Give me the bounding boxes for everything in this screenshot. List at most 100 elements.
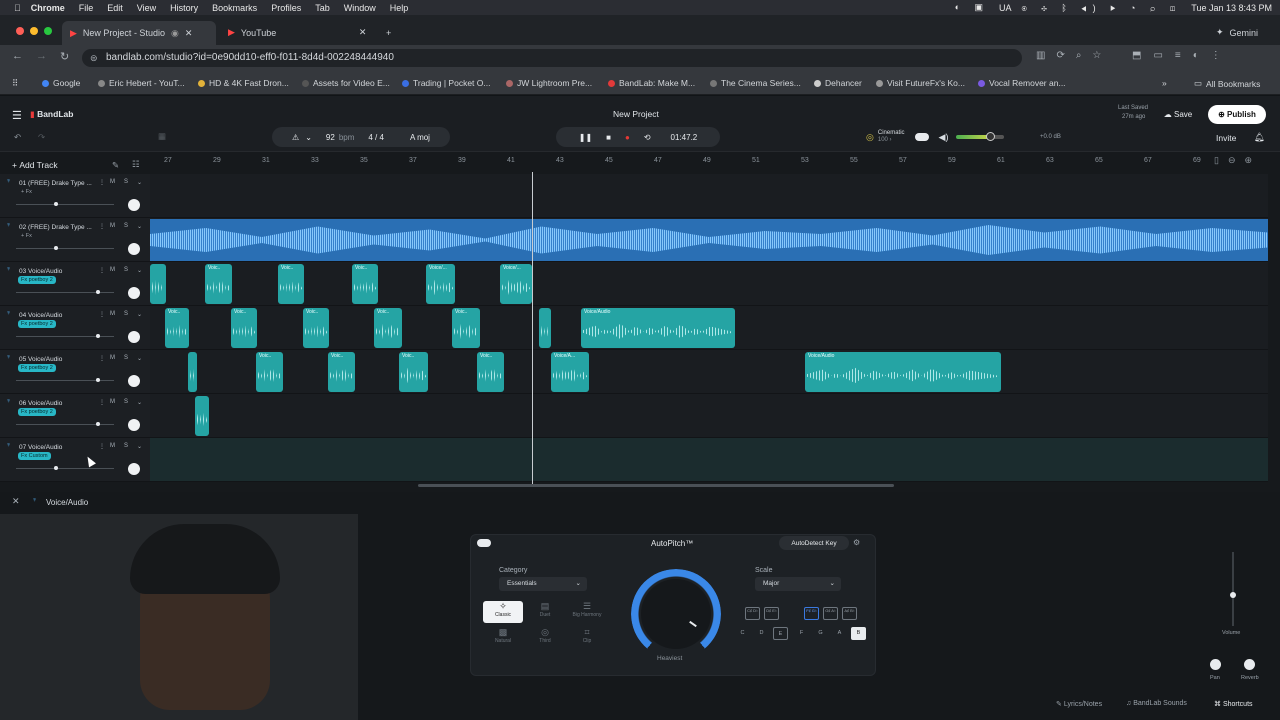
gemini-button[interactable]: ✦ Gemini xyxy=(1216,23,1258,42)
pause-icon[interactable]: ❚❚ xyxy=(579,133,592,142)
preset-clip[interactable]: ⌗ Clip xyxy=(567,627,607,649)
fx-button[interactable]: Fx Custom xyxy=(18,452,51,460)
volume-slider[interactable] xyxy=(16,246,114,250)
pan-knob[interactable] xyxy=(128,463,140,475)
fx-button[interactable]: Fx poetboy 2 xyxy=(18,364,56,372)
audio-clip[interactable]: Voic.. xyxy=(477,352,504,392)
shortcuts-button[interactable]: ⌘ Shortcuts xyxy=(1214,700,1253,708)
menu-window[interactable]: Window xyxy=(344,3,376,13)
correction-knob[interactable] xyxy=(641,579,711,649)
track-name[interactable]: 07 Voice/Audio xyxy=(19,444,62,451)
all-bookmarks[interactable]: ▭ All Bookmarks xyxy=(1194,78,1260,89)
track-name[interactable]: 06 Voice/Audio xyxy=(19,400,62,407)
scale-select[interactable]: Major ⌄ xyxy=(755,577,841,591)
volume-slider[interactable] xyxy=(16,378,114,382)
key-f-sharp[interactable]: F♯ G♭ xyxy=(804,607,819,620)
track-lane[interactable] xyxy=(150,394,1268,438)
locale-indicator[interactable]: UA xyxy=(999,3,1012,13)
apple-icon[interactable]:  xyxy=(14,3,21,13)
bookmark-dehancer[interactable]: Dehancer xyxy=(814,78,862,88)
metronome-dropdown-icon[interactable]: ⌄ xyxy=(305,133,312,142)
address-bar[interactable]: ⊜ bandlab.com/studio?id=0e90dd10-eff0-f0… xyxy=(82,49,1022,67)
pan-knob[interactable] xyxy=(1210,659,1221,670)
add-track-button[interactable]: + Add Track xyxy=(12,160,58,170)
bookmark-futurefx[interactable]: Visit FutureFx's Ko... xyxy=(876,78,965,88)
solo-button[interactable]: S xyxy=(124,399,128,405)
publish-button[interactable]: ⊕ Publish xyxy=(1208,105,1266,124)
stop-icon[interactable]: ■ xyxy=(606,133,611,142)
audio-clip[interactable]: Voice/Audio xyxy=(581,308,735,348)
volume-slider[interactable] xyxy=(16,202,114,206)
track-header[interactable]: ♆ 02 (FREE) Drake Type ... + Fx ⋮ M S ⌄ xyxy=(0,218,150,262)
mute-button[interactable]: M xyxy=(110,223,115,229)
pan-knob[interactable] xyxy=(128,331,140,343)
toolbar-icons[interactable]: ▥⟳⌕☆ xyxy=(1036,50,1112,61)
bookmark-cinema-series[interactable]: The Cinema Series... xyxy=(710,78,801,88)
bookmark-assets[interactable]: Assets for Video E... xyxy=(302,78,390,88)
menu-file[interactable]: File xyxy=(79,3,94,13)
record-icon[interactable]: ● xyxy=(625,133,630,142)
preset-classic[interactable]: ✧ Classic xyxy=(483,601,523,623)
pan-knob[interactable] xyxy=(128,243,140,255)
fx-button[interactable]: Fx poetboy 2 xyxy=(18,408,56,416)
pan-knob[interactable] xyxy=(128,199,140,211)
menu-help[interactable]: Help xyxy=(390,3,409,13)
mixer-icon[interactable]: ▦ xyxy=(158,131,166,142)
track-settings-icon[interactable]: ☷ xyxy=(132,159,140,170)
audio-clip[interactable]: Voic.. xyxy=(374,308,402,348)
track-lane[interactable] xyxy=(150,174,1268,218)
menu-view[interactable]: View xyxy=(137,3,156,13)
clock[interactable]: Tue Jan 13 8:43 PM xyxy=(1191,3,1272,13)
audio-clip[interactable] xyxy=(539,308,551,348)
preset-icon[interactable]: ◎ xyxy=(866,132,874,143)
timeline-ruler[interactable]: 27 29 31 33 35 37 39 41 43 45 47 49 51 5… xyxy=(150,154,1280,168)
track-lane[interactable]: Voic.. Voic.. Voic.. Voice/... Voice/... xyxy=(150,262,1268,306)
master-toggle[interactable] xyxy=(914,133,929,141)
bookmark-eric-hebert[interactable]: Eric Hebert - YouT... xyxy=(98,78,185,88)
track-header[interactable]: ♆ 06 Voice/Audio Fx poetboy 2 ⋮ M S ⌄ xyxy=(0,394,150,438)
chevron-down-icon[interactable]: ⌄ xyxy=(137,311,142,318)
project-title[interactable]: New Project xyxy=(613,109,659,119)
horizontal-scrollbar[interactable] xyxy=(418,484,894,487)
audio-clip[interactable]: Voic.. xyxy=(452,308,480,348)
close-editor-icon[interactable]: ✕ xyxy=(12,496,20,507)
audio-clip[interactable]: Voic.. xyxy=(165,308,189,348)
pencil-icon[interactable]: ✎ xyxy=(112,160,119,171)
loop-icon[interactable]: ⟲ xyxy=(644,133,651,142)
bookmark-hd-drone[interactable]: HD & 4K Fast Dron... xyxy=(198,78,289,88)
volume-slider[interactable] xyxy=(16,290,114,294)
key-g[interactable]: G xyxy=(813,627,828,640)
save-button[interactable]: ☁ Save xyxy=(1156,106,1200,123)
mute-button[interactable]: M xyxy=(110,179,115,185)
track-lane[interactable]: Voic.. Voic.. Voic.. Voic.. Voic.. Voice… xyxy=(150,306,1268,350)
key-b[interactable]: B xyxy=(851,627,866,640)
maximize-window-icon[interactable] xyxy=(44,27,52,35)
autodetect-key-button[interactable]: AutoDetect Key xyxy=(779,536,849,550)
chevron-down-icon[interactable]: ⌄ xyxy=(137,267,142,274)
solo-button[interactable]: S xyxy=(124,223,128,229)
audio-clip[interactable] xyxy=(195,396,209,436)
solo-button[interactable]: S xyxy=(124,179,128,185)
menu-bookmarks[interactable]: Bookmarks xyxy=(212,3,257,13)
bookmark-vocal-remover[interactable]: Vocal Remover an... xyxy=(978,78,1066,88)
slider-thumb[interactable] xyxy=(54,466,58,470)
notification-bell-icon[interactable]: 🔔︎ xyxy=(1254,132,1265,143)
track-name[interactable]: 01 (FREE) Drake Type ... xyxy=(19,180,92,187)
track-name[interactable]: 04 Voice/Audio xyxy=(19,312,62,319)
audio-clip[interactable]: Voice/... xyxy=(426,264,455,304)
master-volume-slider[interactable] xyxy=(956,132,1005,141)
volume-slider[interactable] xyxy=(16,466,114,470)
audio-clip[interactable]: Voic.. xyxy=(328,352,355,392)
project-key[interactable]: A moj xyxy=(410,133,430,142)
key-c-sharp[interactable]: C♯ D♭ xyxy=(745,607,760,620)
bpm-value[interactable]: 92 xyxy=(326,133,335,142)
slider-thumb[interactable] xyxy=(96,378,100,382)
key-d[interactable]: D xyxy=(754,627,769,640)
pan-knob[interactable] xyxy=(128,375,140,387)
metronome-icon[interactable]: ⚠ xyxy=(292,133,299,142)
speaker-icon[interactable]: ◀) xyxy=(939,132,949,143)
slider-thumb[interactable] xyxy=(96,334,100,338)
key-g-sharp[interactable]: G♯ A♭ xyxy=(823,607,838,620)
chevron-down-icon[interactable]: ⌄ xyxy=(137,399,142,406)
forward-icon[interactable]: → xyxy=(36,50,47,62)
